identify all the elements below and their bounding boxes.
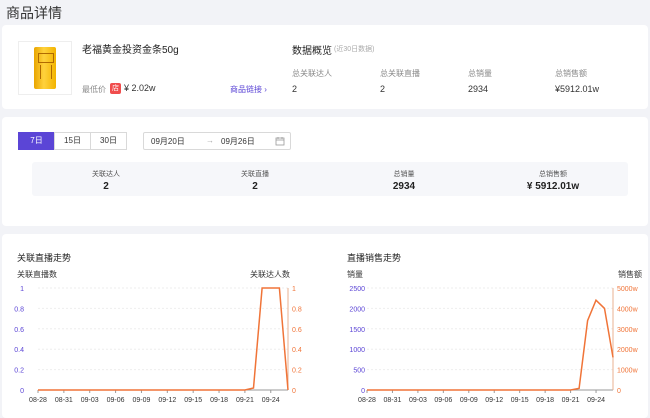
y2-tick-label: 4000w: [617, 306, 639, 313]
shop-icon: 店: [110, 83, 121, 94]
x-tick-label: 09-06: [434, 397, 452, 404]
y-tick-label: 0.4: [14, 347, 24, 354]
y-tick-label: 500: [353, 368, 365, 375]
overview-value-revenue: ¥5912.01w: [555, 84, 600, 94]
chart-sales-ylabel: 销量: [347, 270, 363, 279]
product-card: 老福黄金投资金条50g 最低价 店 ¥ 2.02w 商品链接 › 数据概览 (近…: [2, 25, 648, 109]
stats-summary: 关联达人 关联直播 总销量 总销售额 2 2 2934 ¥ 5912.01w: [32, 162, 628, 196]
y2-tick-label: 0.6: [292, 327, 302, 334]
chart-sales-trend[interactable]: 0 500 1000 1500 2000 2500 0 1000w 2000w 3000w 4000…: [327, 282, 647, 418]
tab-15d[interactable]: 15日: [54, 132, 91, 150]
x-tick-label: 09-09: [460, 397, 478, 404]
stat-label-creators: 关联达人: [92, 171, 120, 178]
y2-tick-label: 3000w: [617, 327, 639, 334]
overview-title: 数据概览: [292, 46, 332, 57]
chart-live-trend[interactable]: 0 0.2 0.4 0.6 0.8 1 0 0.2 0.4 0.6 0.8 1 08-28 08-31 09…: [2, 282, 327, 418]
stat-label-lives: 关联直播: [241, 171, 269, 178]
y2-tick-label: 0: [617, 388, 621, 395]
y-tick-label: 0: [361, 388, 365, 395]
y2-tick-label: 0.2: [292, 368, 302, 375]
price-value: ¥ 2.02w: [124, 83, 156, 93]
y2-tick-label: 1000w: [617, 368, 639, 375]
x-tick-label: 09-12: [158, 397, 176, 404]
price-label: 最低价: [82, 85, 106, 94]
product-thumbnail[interactable]: [18, 41, 72, 95]
calendar-icon[interactable]: [275, 136, 285, 146]
overview-label-revenue: 总销售额: [555, 69, 587, 78]
overview-value-lives: 2: [380, 84, 386, 94]
y-tick-label: 0.2: [14, 368, 24, 375]
y-tick-label: 0.8: [14, 306, 24, 313]
overview-subtitle: (近30日数据): [334, 46, 375, 53]
stat-value-revenue: ¥ 5912.01w: [526, 181, 580, 192]
y-tick-label: 2000: [349, 306, 365, 313]
x-tick-label: 08-28: [29, 397, 47, 404]
x-tick-label: 09-06: [107, 397, 125, 404]
chart-live-y2label: 关联达人数: [250, 270, 290, 279]
chart-live-ylabel: 关联直播数: [17, 270, 57, 279]
x-tick-label: 09-03: [81, 397, 99, 404]
x-tick-label: 08-28: [358, 397, 376, 404]
overview-label-creators: 总关联达人: [292, 69, 332, 78]
y2-tick-label: 2000w: [617, 347, 639, 354]
y-tick-label: 0: [20, 388, 24, 395]
stat-label-sales: 总销量: [393, 171, 415, 178]
x-tick-label: 09-24: [587, 397, 605, 404]
overview-label-lives: 总关联直播: [380, 69, 420, 78]
x-tick-label: 09-15: [184, 397, 202, 404]
overview-value-sales: 2934: [468, 84, 489, 94]
chart-live-title: 关联直播走势: [17, 253, 72, 263]
date-end[interactable]: 09月26日: [221, 136, 255, 147]
x-tick-label: 09-18: [536, 397, 554, 404]
y-tick-label: 1500: [349, 327, 365, 334]
x-tick-label: 09-21: [236, 397, 254, 404]
range-tabs: 7日 15日 30日: [18, 132, 127, 150]
series-line: [38, 287, 289, 391]
x-tick-label: 08-31: [55, 397, 73, 404]
stat-value-lives: 2: [252, 181, 258, 192]
date-start[interactable]: 09月20日: [151, 136, 185, 147]
x-tick-label: 09-18: [210, 397, 228, 404]
y-tick-label: 0.6: [14, 327, 24, 334]
tab-7d[interactable]: 7日: [18, 132, 55, 150]
chart-sales-y2label: 销售额: [618, 270, 642, 279]
overview-value-creators: 2: [292, 84, 298, 94]
y2-tick-label: 0: [292, 388, 296, 395]
range-card: 7日 15日 30日 09月20日 → 09月26日 关联达人 关联直播 总销量…: [2, 117, 648, 226]
gold-bar-image: [34, 47, 56, 89]
y-tick-label: 1000: [349, 347, 365, 354]
x-tick-label: 09-15: [511, 397, 529, 404]
overview-label-sales: 总销量: [468, 69, 492, 78]
page-title: 商品详情: [6, 5, 62, 21]
stat-value-sales: 2934: [392, 181, 416, 192]
y-tick-label: 2500: [349, 286, 365, 293]
y2-tick-label: 5000w: [617, 286, 639, 293]
y-tick-label: 1: [20, 286, 24, 293]
stat-label-revenue: 总销售额: [539, 171, 567, 178]
x-tick-label: 09-09: [132, 397, 150, 404]
y2-tick-label: 1: [292, 286, 296, 293]
tab-30d[interactable]: 30日: [90, 132, 127, 150]
product-link[interactable]: 商品链接 ›: [230, 84, 267, 95]
x-tick-label: 08-31: [383, 397, 401, 404]
date-range-picker[interactable]: 09月20日 → 09月26日: [143, 132, 291, 150]
y2-tick-label: 0.8: [292, 306, 302, 313]
x-tick-label: 09-03: [409, 397, 427, 404]
x-tick-label: 09-24: [262, 397, 280, 404]
x-tick-label: 09-21: [562, 397, 580, 404]
series-line: [367, 298, 614, 391]
y2-tick-label: 0.4: [292, 347, 302, 354]
x-tick-label: 09-12: [485, 397, 503, 404]
product-name[interactable]: 老福黄金投资金条50g: [82, 41, 179, 56]
charts-card: 关联直播走势 关联直播数 关联达人数 0 0.2 0.4 0.6 0.8 1 0 0.2 0.4…: [2, 234, 648, 418]
stat-value-creators: 2: [103, 181, 109, 192]
chart-sales-title: 直播销售走势: [347, 253, 402, 263]
date-separator: →: [206, 136, 214, 145]
